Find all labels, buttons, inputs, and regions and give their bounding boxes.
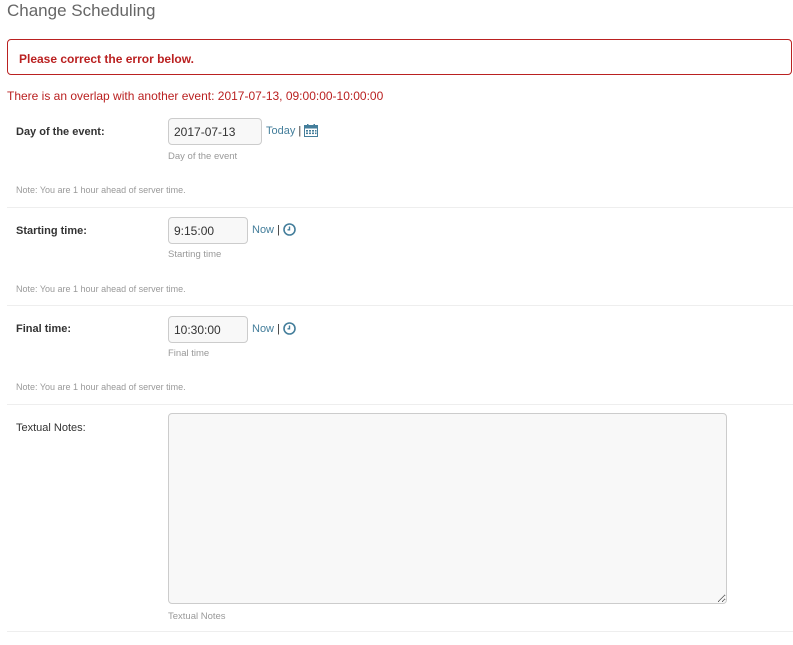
notes-textarea[interactable] bbox=[168, 413, 727, 604]
clock-icon bbox=[283, 223, 296, 236]
end-help: Final time bbox=[168, 348, 210, 359]
day-label: Day of the event: bbox=[16, 126, 105, 138]
calendar-button[interactable] bbox=[304, 124, 319, 137]
notes-help: Textual Notes bbox=[168, 611, 226, 622]
start-label: Starting time: bbox=[16, 225, 87, 237]
start-time-input[interactable] bbox=[168, 217, 248, 244]
end-time-input[interactable] bbox=[168, 316, 248, 343]
end-now-link[interactable]: Now bbox=[252, 323, 274, 335]
row-divider bbox=[7, 404, 793, 405]
end-timezone-note: Note: You are 1 hour ahead of server tim… bbox=[16, 382, 186, 392]
end-clock-button[interactable] bbox=[283, 322, 296, 335]
day-input[interactable] bbox=[168, 118, 262, 145]
start-shortcuts: Now | bbox=[252, 223, 296, 236]
day-shortcuts: Today | bbox=[266, 124, 319, 137]
notes-label: Textual Notes: bbox=[16, 422, 86, 434]
end-separator: | bbox=[277, 322, 280, 335]
error-note: Please correct the error below. bbox=[7, 39, 792, 75]
change-scheduling-page: Change Scheduling Please correct the err… bbox=[0, 0, 793, 645]
end-label: Final time: bbox=[16, 323, 72, 335]
row-divider bbox=[7, 631, 793, 632]
calendar-icon bbox=[304, 124, 319, 137]
start-now-link[interactable]: Now bbox=[252, 224, 274, 236]
day-separator: | bbox=[298, 124, 302, 137]
day-help: Day of the event bbox=[168, 151, 238, 162]
row-divider bbox=[7, 207, 793, 208]
end-shortcuts: Now | bbox=[252, 322, 296, 335]
start-timezone-note: Note: You are 1 hour ahead of server tim… bbox=[16, 284, 186, 294]
start-separator: | bbox=[277, 223, 280, 236]
clock-icon bbox=[283, 322, 296, 335]
today-link[interactable]: Today bbox=[266, 125, 295, 137]
page-title: Change Scheduling bbox=[7, 1, 156, 20]
day-timezone-note: Note: You are 1 hour ahead of server tim… bbox=[16, 185, 186, 195]
row-divider bbox=[7, 305, 793, 306]
start-help: Starting time bbox=[168, 249, 222, 260]
overlap-error: There is an overlap with another event: … bbox=[7, 89, 384, 103]
start-clock-button[interactable] bbox=[283, 223, 296, 236]
